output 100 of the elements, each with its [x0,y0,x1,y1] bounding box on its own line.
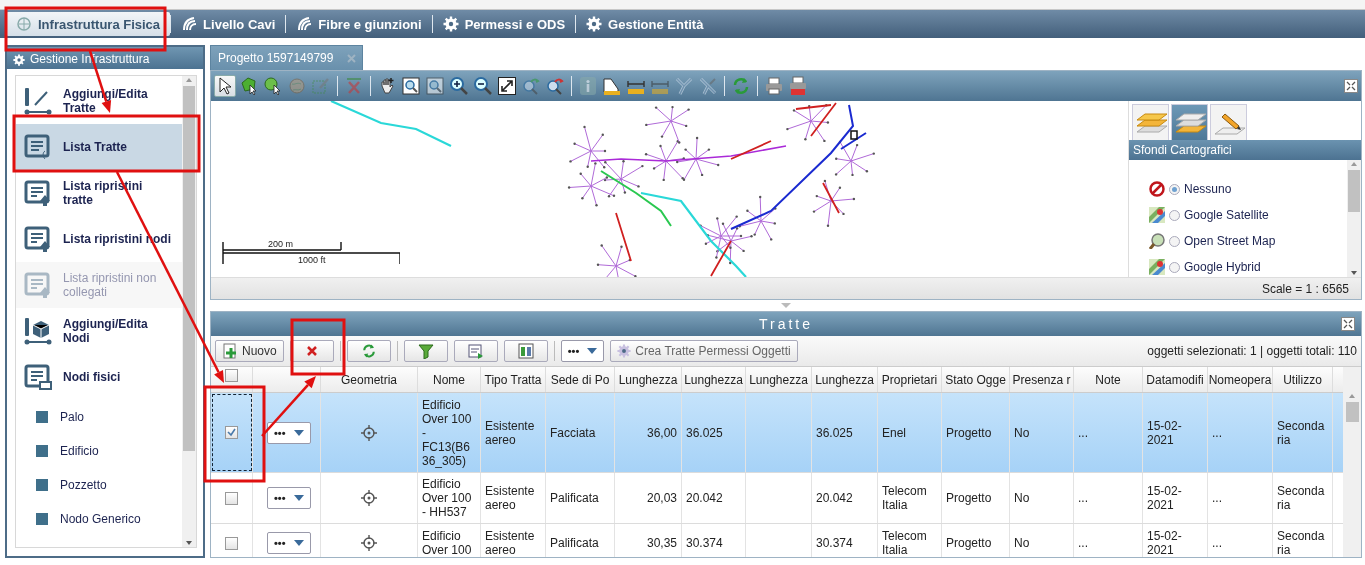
arrow-down-icon[interactable] [1350,269,1358,277]
scrollbar-thumb[interactable] [1345,402,1359,422]
column-header[interactable]: Note [1074,367,1143,392]
filter-button[interactable] [403,340,448,362]
row-actions-dropdown[interactable]: ••• [267,487,311,509]
column-header[interactable]: Lunghezza [812,367,878,392]
column-header[interactable]: Lunghezza [746,367,812,392]
zoom-out-icon[interactable] [472,75,494,97]
scrollbar[interactable] [1343,367,1361,557]
scrollbar[interactable] [1347,160,1361,277]
area-icon[interactable] [601,75,623,97]
column-header[interactable]: Nome [418,367,481,392]
sidebar-item[interactable]: Edificio [16,434,182,468]
pen-line-icon [23,87,53,115]
fullscreen-icon[interactable] [1344,79,1358,93]
fullscreen-icon[interactable] [1341,317,1355,331]
radio-button[interactable] [1169,183,1180,195]
gear-icon [617,344,632,358]
row-actions-dropdown[interactable]: ••• [267,532,311,554]
pen-cube-icon [23,317,53,345]
radio-button[interactable] [1169,235,1180,247]
cable-icon [296,16,313,32]
delete-button[interactable] [289,340,334,362]
crosshair-icon[interactable] [361,490,377,506]
table-cell: Enel [882,425,907,440]
scrollbar[interactable] [182,76,196,547]
crosshair-icon[interactable] [361,424,377,441]
collapse-icon[interactable] [781,303,791,308]
arrow-up-icon[interactable] [1350,160,1358,168]
columns-button[interactable] [503,340,548,362]
zoom-box-icon[interactable] [400,75,422,97]
cable-icon [181,16,198,32]
basemap-option[interactable]: Google Hybrid [1149,258,1347,276]
plus-document-icon [222,343,238,359]
sidebar-item[interactable]: Pozzetto [16,468,182,502]
pdf-icon[interactable] [787,75,809,97]
nav-tab[interactable]: Livello Cavi [171,12,286,36]
nav-tab[interactable]: Gestione Entità [576,12,714,36]
column-header[interactable]: Presenza r [1010,367,1074,392]
checkbox[interactable] [225,369,238,382]
refresh-icon [360,343,377,359]
sidebar-item[interactable]: Nodi fisici [16,354,182,400]
printer-icon[interactable] [763,75,785,97]
row-actions-dropdown[interactable]: ••• [267,421,311,444]
column-header[interactable]: Tipo Tratta [481,367,546,392]
table-cell: 20,03 [646,491,677,505]
radio-button[interactable] [1169,209,1180,221]
basemap-option[interactable]: Open Street Map [1149,232,1347,250]
gear-icon [13,54,25,66]
table-cell: 36.025 [686,425,723,440]
column-header[interactable]: Utilizzo [1273,367,1333,392]
basemap-option[interactable]: Nessuno [1149,180,1347,198]
table-cell-text: Esistente aereo [485,529,536,557]
nav-tab[interactable]: Permessi e ODS [432,12,576,36]
pencil-tab[interactable] [1210,104,1247,140]
new-button[interactable]: Nuovo [215,340,284,362]
scrollbar-thumb[interactable] [1348,170,1360,212]
arrow-up-icon[interactable] [185,76,193,84]
table-cell: 30,35 [646,536,677,550]
radio-button[interactable] [1169,261,1180,273]
checkbox[interactable] [225,426,238,439]
table-row[interactable]: ••• Edificio Over 100 - FC13(B636_305) Esistente aereo Facciata 36,00 36.025 36.025 Enel Progetto No ... 15-02-2021 ... Secondaria [211,393,1343,473]
arrow-down-icon[interactable] [185,539,193,547]
basemap-option[interactable]: Google Satellite [1149,206,1347,224]
sidebar-item[interactable]: Nodo Generico [16,502,182,536]
map-pin-icon [1149,259,1165,275]
column-header[interactable]: Stato Ogge [942,367,1010,392]
table-row[interactable]: ••• Edificio Over 100 - HH537 Esistente aereo Palificata 20,03 20.042 20.042 Telecom Italia Progetto No ... 15-02-2021 ... Secondaria [211,473,1343,524]
column-header[interactable]: Datamodifi [1143,367,1208,392]
column-header[interactable]: Proprietari [878,367,942,392]
column-header[interactable]: Geometria [321,367,418,392]
actions-dropdown[interactable]: ••• [560,340,605,362]
layers-tab[interactable] [1171,104,1208,140]
table-row[interactable]: ••• Edificio Over 100 Esistente aereo Palificata 30,35 30.374 30.374 Telecom Italia Progetto No ... 15-02-2021 ... Secondaria [211,524,1343,557]
sidebar-item[interactable]: Aggiungi/Edita Nodi [16,308,182,354]
checkbox[interactable] [225,536,238,550]
nav-tab[interactable]: Infrastruttura Fisica [6,12,171,36]
table-cell-text: Telecom Italia [882,484,928,512]
checkbox[interactable] [225,491,238,505]
table-cell-text: Secondaria [1277,529,1326,557]
zoom-in-icon[interactable] [448,75,470,97]
nav-tab[interactable]: Fibre e giunzioni [286,12,432,36]
refresh-button[interactable] [346,340,391,362]
sidebar-item[interactable]: Palo [16,400,182,434]
column-header[interactable]: Lunghezza [615,367,682,392]
column-header[interactable]: Lunghezza [682,367,746,392]
table-cell-text: 15-02-2021 [1147,418,1183,447]
scrollbar-thumb[interactable] [183,86,195,451]
arrow-up-icon[interactable] [1348,392,1356,400]
layers-tab[interactable] [1132,104,1169,140]
column-header[interactable]: Nomeopera [1208,367,1273,392]
column-header[interactable]: Sede di Po [546,367,615,392]
table-cell-text: Secondaria [1277,484,1326,512]
sidebar-item[interactable]: Lista Tratte [16,124,182,170]
crosshair-icon[interactable] [361,535,377,551]
table-cell: Facciata [550,425,596,440]
export-button[interactable] [453,340,498,362]
create-button[interactable]: Crea Tratte Permessi Oggetti [610,340,798,362]
expand-icon[interactable] [496,75,518,97]
pointer-icon[interactable] [214,75,236,97]
